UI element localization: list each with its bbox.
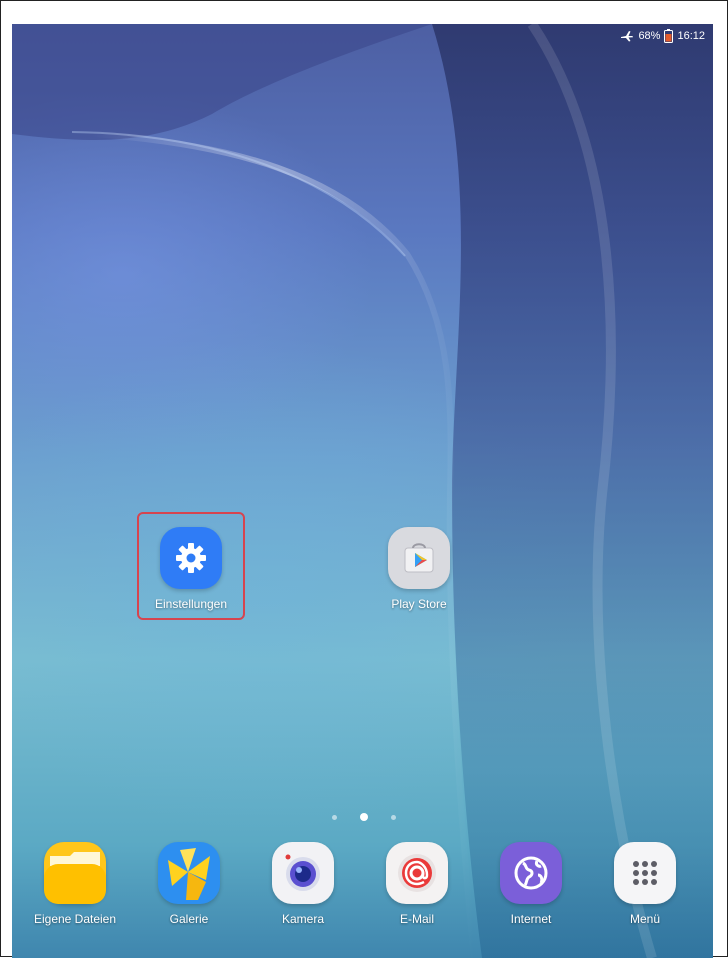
internet-icon [500, 842, 562, 904]
status-bar: 68% 16:12 [620, 27, 705, 45]
apps-grid-icon [614, 842, 676, 904]
dock-app-email[interactable]: E-Mail [362, 842, 472, 926]
app-label: E-Mail [399, 912, 434, 926]
app-label: Einstellungen [154, 597, 228, 611]
dock-app-eigene-dateien[interactable]: Eigene Dateien [20, 842, 130, 926]
email-icon [386, 842, 448, 904]
page-dot[interactable] [391, 814, 396, 820]
app-label: Menü [629, 912, 661, 926]
folder-icon [44, 842, 106, 904]
app-label: Internet [510, 912, 552, 926]
airplane-mode-icon [620, 30, 634, 42]
dock-app-internet[interactable]: Internet [476, 842, 586, 926]
gear-icon [160, 527, 222, 589]
app-label: Play Store [391, 597, 447, 611]
dock-app-menu[interactable]: Menü [590, 842, 700, 926]
battery-icon [664, 29, 674, 43]
screenshot-frame: 68% 16:12 Einstellungen Play Store Eigen… [0, 0, 728, 958]
dock-app-kamera[interactable]: Kamera [248, 842, 358, 926]
battery-percentage: 68% [638, 30, 661, 42]
app-einstellungen[interactable]: Einstellungen [136, 527, 246, 611]
app-label: Galerie [169, 912, 209, 926]
page-dot[interactable] [332, 814, 337, 820]
app-label: Eigene Dateien [33, 912, 117, 926]
app-play-store[interactable]: Play Store [364, 527, 474, 611]
page-dot-active[interactable] [360, 813, 368, 821]
page-indicator [332, 812, 396, 822]
app-label: Kamera [281, 912, 325, 926]
play-store-icon [388, 527, 450, 589]
dock-app-galerie[interactable]: Galerie [134, 842, 244, 926]
gallery-icon [158, 842, 220, 904]
camera-icon [272, 842, 334, 904]
clock: 16:12 [677, 30, 705, 42]
home-screen: 68% 16:12 Einstellungen Play Store Eigen… [12, 24, 713, 958]
